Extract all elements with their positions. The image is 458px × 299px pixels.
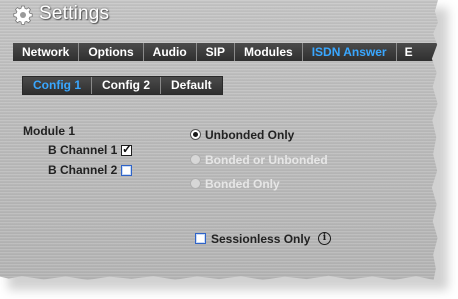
tab-config-2[interactable]: Config 2	[92, 77, 161, 94]
tab-default[interactable]: Default	[161, 77, 222, 94]
radio-bonded-or-unbonded-label: Bonded or Unbonded	[205, 153, 328, 167]
radio-bonded-only-label: Bonded Only	[205, 177, 280, 191]
info-icon[interactable]: i	[318, 232, 331, 245]
settings-screenshot: Settings Network Options Audio SIP Modul…	[0, 0, 458, 299]
window-title: Settings	[39, 3, 110, 24]
main-tab-bar: Network Options Audio SIP Modules ISDN A…	[13, 43, 438, 61]
b-channel-1-checkbox[interactable]: ✓	[121, 142, 133, 156]
sessionless-only-label: Sessionless Only	[211, 232, 311, 246]
checkmark-icon: ✓	[122, 142, 133, 156]
tab-options[interactable]: Options	[79, 43, 144, 61]
gear-icon	[13, 5, 33, 25]
settings-panel: Settings Network Options Audio SIP Modul…	[0, 0, 438, 280]
config-tab-bar: Config 1 Config 2 Default	[22, 76, 223, 95]
tab-modules[interactable]: Modules	[235, 43, 303, 61]
tab-sip[interactable]: SIP	[197, 43, 236, 61]
radio-selected-dot	[193, 132, 198, 137]
radio-unbonded-only-label: Unbonded Only	[205, 128, 295, 142]
b-channel-2-label: B Channel 2	[48, 163, 118, 177]
b-channel-2-checkbox[interactable]	[121, 165, 132, 176]
b-channel-1-label: B Channel 1	[48, 143, 118, 157]
radio-bonded-or-unbonded[interactable]	[190, 154, 201, 165]
sessionless-only-checkbox[interactable]	[195, 233, 206, 244]
tab-overflow[interactable]: E	[397, 43, 417, 61]
module-title: Module 1	[23, 124, 76, 138]
tab-config-1[interactable]: Config 1	[23, 77, 92, 94]
tab-audio[interactable]: Audio	[144, 43, 197, 61]
tab-network[interactable]: Network	[13, 43, 80, 61]
radio-unbonded-only[interactable]	[190, 129, 201, 140]
tab-isdn-answer[interactable]: ISDN Answer	[303, 43, 397, 61]
radio-bonded-only[interactable]	[190, 178, 201, 189]
